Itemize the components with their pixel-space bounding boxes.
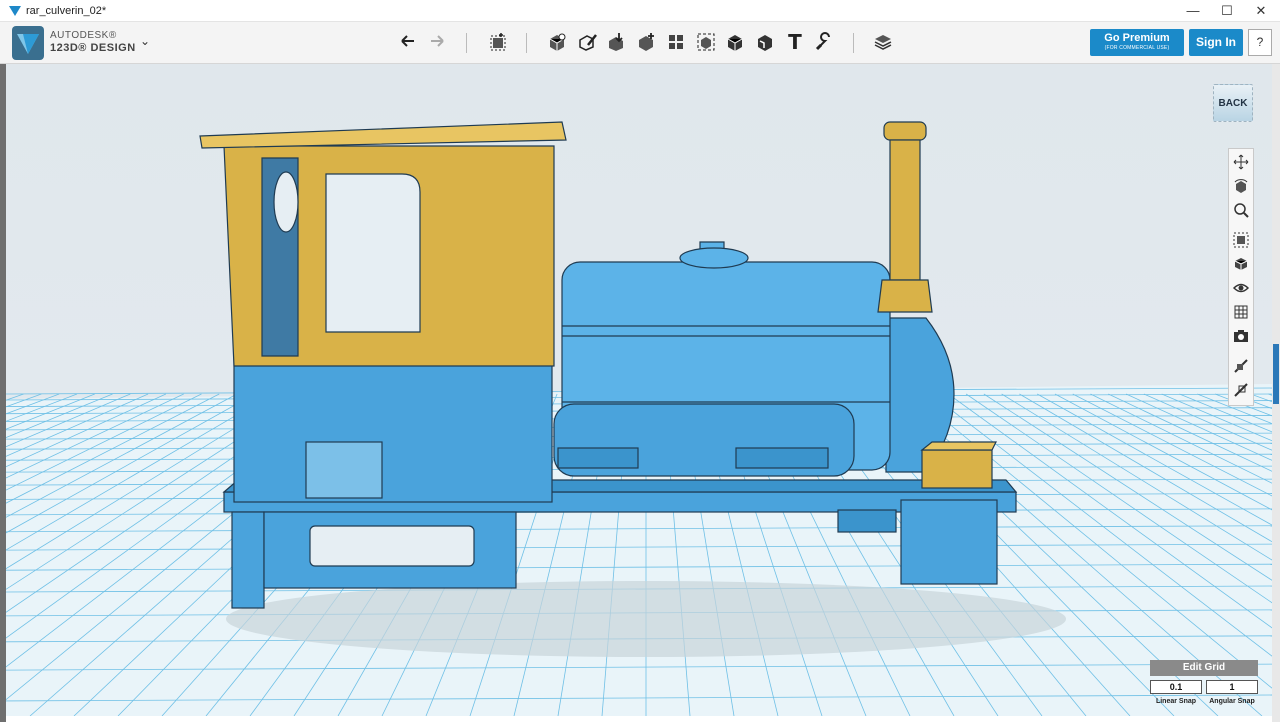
angular-snap-input[interactable]: 1 [1206, 680, 1258, 694]
front-buffer-beam [231, 511, 265, 609]
view-icon[interactable] [1232, 255, 1250, 273]
title-bar: rar_culverin_02* — ☐ ✕ [0, 0, 1280, 22]
extra-icon[interactable] [1232, 381, 1250, 399]
grouping-icon[interactable] [694, 30, 718, 54]
text-icon[interactable]: T [783, 30, 807, 54]
pan-icon[interactable] [1232, 153, 1250, 171]
frame-cutout [309, 525, 475, 567]
brand-product: 123D® DESIGN [50, 42, 136, 54]
frame-rear [837, 509, 897, 533]
go-premium-sublabel: (FOR COMMERCIAL USE) [1104, 45, 1170, 51]
cab-lower [233, 355, 553, 503]
viewcube-back[interactable]: BACK [1213, 84, 1253, 122]
transform-icon[interactable] [486, 30, 510, 54]
zoom-icon[interactable] [1232, 201, 1250, 219]
app-logo-icon [9, 6, 21, 16]
measure-icon[interactable] [753, 30, 777, 54]
scene-canvas[interactable] [6, 64, 1272, 716]
snap-fit-icon[interactable] [1232, 357, 1250, 375]
chimney-stack [889, 139, 921, 281]
chimney-base [877, 279, 933, 313]
right-scrollbar[interactable] [1272, 64, 1280, 722]
spring-rear [735, 447, 829, 469]
modify-icon[interactable] [634, 30, 658, 54]
fit-icon[interactable] [1232, 231, 1250, 249]
linear-snap-label: Linear Snap [1155, 698, 1197, 705]
camera-icon[interactable] [1232, 327, 1250, 345]
left-window-edge [0, 64, 6, 722]
cab-roof [199, 121, 567, 149]
snap-icon[interactable] [812, 30, 836, 54]
brand-logo-icon[interactable] [12, 26, 44, 60]
main-toolbar: AUTODESK® 123D® DESIGN ⌄ T Go Premium (F… [0, 22, 1280, 64]
toolbar-divider [526, 33, 527, 53]
scrollbar-thumb[interactable] [1273, 344, 1279, 404]
visibility-icon[interactable] [1232, 279, 1250, 297]
pattern-icon[interactable] [664, 30, 688, 54]
redo-icon[interactable] [425, 30, 449, 54]
help-button[interactable]: ? [1248, 29, 1272, 56]
brand-company: AUTODESK® [50, 30, 117, 41]
construct-icon[interactable] [604, 30, 628, 54]
spring-front [557, 447, 639, 469]
material-icon[interactable] [871, 30, 895, 54]
app-menu-chevron-icon[interactable]: ⌄ [140, 34, 150, 48]
combine-icon[interactable] [723, 30, 747, 54]
window-title: rar_culverin_02* [26, 5, 107, 17]
cab-window [325, 173, 421, 333]
grid-settings-panel: Edit Grid 0.1 1 Linear Snap Angular Snap [1150, 660, 1264, 716]
linear-snap-input[interactable]: 0.1 [1150, 680, 1202, 694]
toolbar-divider [853, 33, 854, 53]
undo-icon[interactable] [396, 30, 420, 54]
primitives-icon[interactable] [545, 30, 569, 54]
toolbar-divider [466, 33, 467, 53]
sign-in-button[interactable]: Sign In [1189, 29, 1243, 56]
close-button[interactable]: ✕ [1244, 0, 1278, 22]
orbit-icon[interactable] [1232, 177, 1250, 195]
app-window: rar_culverin_02* — ☐ ✕ AUTODESK® 123D® D… [0, 0, 1280, 722]
go-premium-button[interactable]: Go Premium (FOR COMMERCIAL USE) [1090, 29, 1184, 56]
chimney-cap [883, 121, 927, 141]
rear-buffer-beam [900, 499, 998, 585]
go-premium-label: Go Premium [1104, 32, 1170, 44]
filler-base [679, 247, 749, 269]
maximize-button[interactable]: ☐ [1210, 0, 1244, 22]
cab-porthole [273, 171, 299, 233]
materials-outline-icon[interactable] [1232, 303, 1250, 321]
angular-snap-label: Angular Snap [1209, 698, 1255, 705]
sandbox [921, 449, 993, 489]
sketch-icon[interactable] [575, 30, 599, 54]
3d-viewport[interactable]: BACK Edit Grid 0.1 1 Linear Snap Angular… [6, 64, 1272, 716]
edit-grid-button[interactable]: Edit Grid [1150, 660, 1258, 676]
navigation-bar [1228, 148, 1254, 406]
model-shadow [226, 581, 1066, 657]
cab-step [305, 441, 383, 499]
minimize-button[interactable]: — [1176, 0, 1210, 22]
